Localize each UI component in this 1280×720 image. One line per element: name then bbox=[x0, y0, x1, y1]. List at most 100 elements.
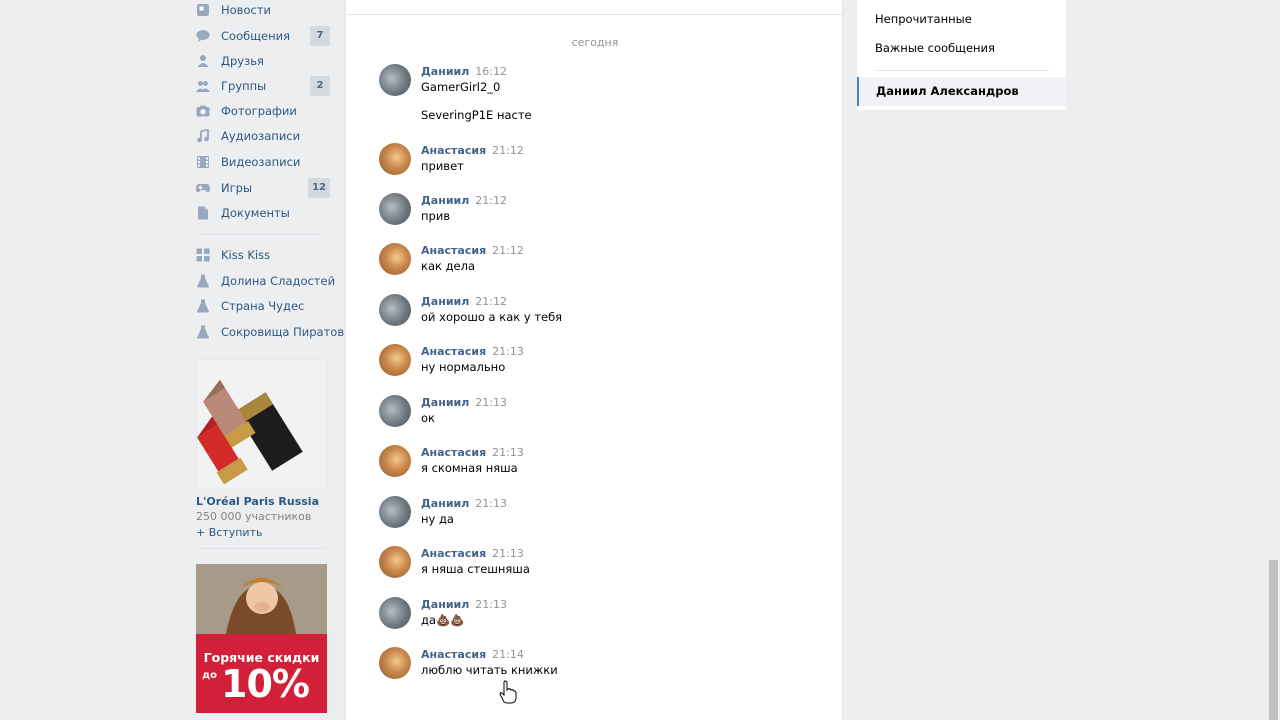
nav-divider bbox=[196, 234, 320, 235]
avatar[interactable] bbox=[379, 64, 411, 96]
flask-icon bbox=[196, 299, 210, 313]
nav-video[interactable]: Видеозаписи bbox=[192, 151, 332, 173]
message-author[interactable]: Даниил bbox=[421, 194, 469, 207]
message-time[interactable]: 21:12 bbox=[475, 295, 507, 308]
message-item: Анастасия 21:13 ну нормально bbox=[379, 344, 819, 378]
filter-unread[interactable]: Непрочитанные bbox=[875, 12, 972, 26]
nav-app-label: Kiss Kiss bbox=[221, 248, 271, 262]
message-time[interactable]: 21:12 bbox=[492, 244, 524, 257]
avatar[interactable] bbox=[379, 546, 411, 578]
message-author[interactable]: Даниил bbox=[421, 396, 469, 409]
games-count-badge: 12 bbox=[308, 178, 330, 198]
ad-banner-percent: 10% bbox=[221, 662, 310, 706]
nav-groups[interactable]: Группы 2 bbox=[192, 75, 332, 97]
active-dialog-item[interactable]: Даниил Александров bbox=[857, 77, 1066, 106]
filter-divider bbox=[875, 70, 1049, 71]
nav-games[interactable]: Игры 12 bbox=[192, 177, 332, 199]
nav-app-label: Страна Чудес bbox=[221, 299, 305, 313]
avatar[interactable] bbox=[379, 143, 411, 175]
message-time[interactable]: 21:12 bbox=[475, 194, 507, 207]
message-item: Даниил 21:13 да💩💩 bbox=[379, 597, 819, 631]
message-author[interactable]: Даниил bbox=[421, 497, 469, 510]
message-time[interactable]: 21:12 bbox=[492, 144, 524, 157]
message-author[interactable]: Анастасия bbox=[421, 648, 486, 661]
message-item: Анастасия 21:12 привет bbox=[379, 143, 819, 177]
nav-app-kiss-kiss[interactable]: Kiss Kiss bbox=[192, 244, 332, 266]
nav-messages[interactable]: Сообщения 7 bbox=[192, 25, 332, 47]
nav-video-label: Видеозаписи bbox=[221, 155, 301, 169]
message-time[interactable]: 21:13 bbox=[492, 446, 524, 459]
message-text: ой хорошо а как у тебя bbox=[421, 310, 563, 324]
message-author[interactable]: Анастасия bbox=[421, 244, 486, 257]
dialogs-filter-panel: Непрочитанные Важные сообщения Даниил Ал… bbox=[857, 0, 1066, 110]
groups-icon bbox=[196, 79, 210, 93]
message-text: GamerGirl2_0 bbox=[421, 80, 501, 94]
nav-audio-label: Аудиозаписи bbox=[221, 129, 301, 143]
ad-lipstick-image[interactable] bbox=[196, 359, 327, 490]
filter-important[interactable]: Важные сообщения bbox=[875, 41, 995, 55]
ad-join-button[interactable]: + Вступить bbox=[196, 526, 262, 539]
nav-news-label: Новости bbox=[221, 3, 271, 17]
nav-app-label: Сокровища Пиратов bbox=[221, 325, 345, 339]
groups-count-badge: 2 bbox=[310, 76, 330, 96]
message-author[interactable]: Даниил bbox=[421, 65, 469, 78]
message-time[interactable]: 21:13 bbox=[475, 497, 507, 510]
message-text: SeveringP1E насте bbox=[421, 108, 532, 122]
chat-header-divider bbox=[346, 14, 844, 15]
avatar[interactable] bbox=[379, 597, 411, 629]
message-text: как дела bbox=[421, 259, 476, 273]
message-author[interactable]: Анастасия bbox=[421, 547, 486, 560]
music-icon bbox=[196, 129, 210, 143]
ad-title-link[interactable]: L'Oréal Paris Russia bbox=[196, 495, 319, 508]
message-author[interactable]: Даниил bbox=[421, 295, 469, 308]
news-icon bbox=[196, 3, 210, 17]
message-time[interactable]: 21:13 bbox=[475, 396, 507, 409]
nav-news[interactable]: Новости bbox=[192, 0, 332, 21]
friends-icon bbox=[196, 54, 210, 68]
ad-banner-prefix: до bbox=[202, 670, 217, 681]
message-item: Даниил 16:12 GamerGirl2_0 SeveringP1E нас… bbox=[379, 64, 819, 124]
nav-photos[interactable]: Фотографии bbox=[192, 100, 332, 122]
nav-games-label: Игры bbox=[221, 181, 253, 195]
nav-app-strana[interactable]: Страна Чудес bbox=[192, 295, 332, 317]
avatar[interactable] bbox=[379, 294, 411, 326]
nav-friends-label: Друзья bbox=[221, 54, 264, 68]
message-author[interactable]: Анастасия bbox=[421, 144, 486, 157]
nav-audio[interactable]: Аудиозаписи bbox=[192, 125, 332, 147]
message-text: да💩💩 bbox=[421, 613, 465, 627]
message-item: Анастасия 21:13 я скомная няша bbox=[379, 445, 819, 479]
page-scrollbar[interactable] bbox=[1269, 560, 1278, 720]
message-time[interactable]: 21:13 bbox=[492, 345, 524, 358]
nav-messages-label: Сообщения bbox=[221, 29, 291, 43]
message-text: ок bbox=[421, 411, 435, 425]
avatar[interactable] bbox=[379, 193, 411, 225]
message-text: привет bbox=[421, 159, 464, 173]
message-item: Анастасия 21:14 люблю читать книжки bbox=[379, 647, 819, 681]
avatar[interactable] bbox=[379, 496, 411, 528]
message-item: Даниил 21:13 ну да bbox=[379, 496, 819, 530]
day-separator: сегодня bbox=[571, 36, 619, 49]
gamepad-icon bbox=[196, 181, 210, 195]
nav-documents[interactable]: Документы bbox=[192, 202, 332, 224]
message-time[interactable]: 16:12 bbox=[475, 65, 507, 78]
message-time[interactable]: 21:13 bbox=[475, 598, 507, 611]
message-author[interactable]: Анастасия bbox=[421, 446, 486, 459]
avatar[interactable] bbox=[379, 647, 411, 679]
document-icon bbox=[196, 206, 210, 220]
message-time[interactable]: 21:13 bbox=[492, 547, 524, 560]
camera-icon bbox=[196, 104, 210, 118]
avatar[interactable] bbox=[379, 243, 411, 275]
avatar[interactable] bbox=[379, 445, 411, 477]
ad-divider bbox=[196, 548, 326, 549]
nav-app-dolina[interactable]: Долина Сладостей bbox=[192, 270, 335, 292]
nav-friends[interactable]: Друзья bbox=[192, 50, 332, 72]
nav-app-sokrovisha[interactable]: Сокровища Пиратов bbox=[192, 321, 344, 343]
avatar[interactable] bbox=[379, 395, 411, 427]
message-item: Даниил 21:12 ой хорошо а как у тебя bbox=[379, 294, 819, 328]
message-time[interactable]: 21:14 bbox=[492, 648, 524, 661]
message-author[interactable]: Даниил bbox=[421, 598, 469, 611]
chat-panel: сегодня Даниил 16:12 GamerGirl2_0 Severin… bbox=[345, 0, 844, 720]
ad-discount-banner[interactable]: Горячие скидки до 10% bbox=[196, 564, 327, 713]
avatar[interactable] bbox=[379, 344, 411, 376]
message-author[interactable]: Анастасия bbox=[421, 345, 486, 358]
